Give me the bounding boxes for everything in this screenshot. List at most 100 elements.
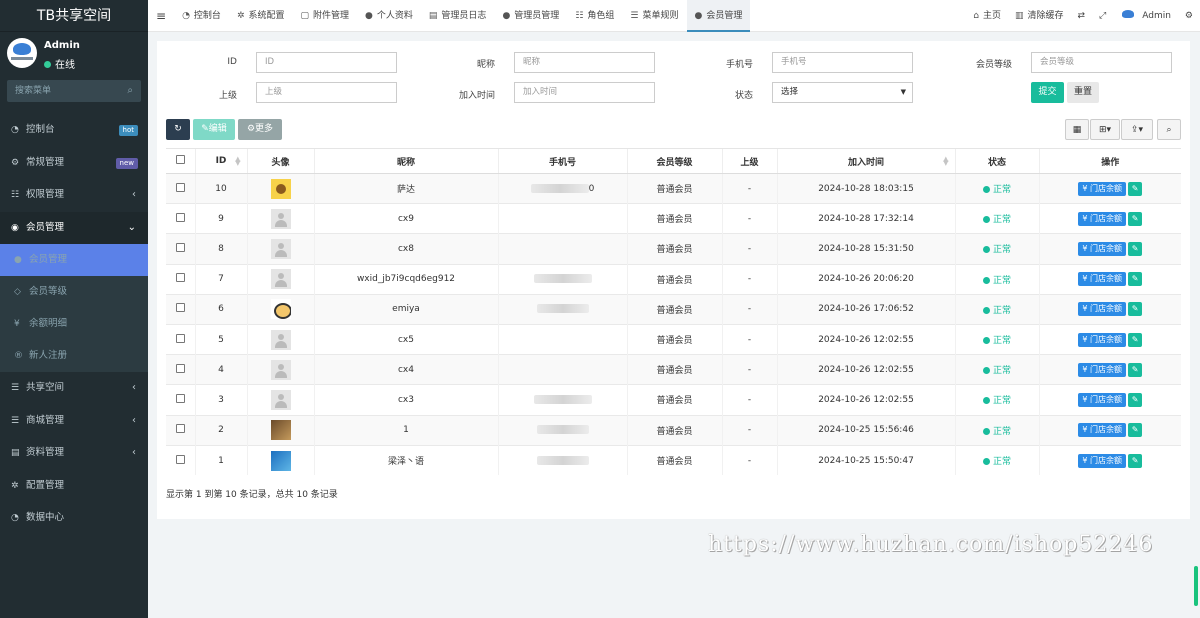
app-logo-title[interactable]: TB共享空间	[0, 0, 148, 32]
filter-nickname-input[interactable]: 昵称	[514, 52, 655, 73]
reset-button[interactable]: 重置	[1067, 82, 1099, 103]
select-all-checkbox[interactable]	[175, 155, 185, 164]
sidebar-item-mall[interactable]: ☰ 商城管理 ‹	[0, 405, 148, 438]
member-avatar[interactable]	[270, 178, 291, 199]
member-avatar[interactable]	[270, 208, 291, 229]
filter-jointime-input[interactable]: 加入时间	[514, 82, 655, 103]
row-select-cell[interactable]	[166, 414, 195, 446]
language-toggle-icon[interactable]: ⇄	[1070, 0, 1092, 32]
edit-pencil-icon[interactable]: ✎	[1128, 302, 1143, 317]
toggle-view-button[interactable]: ▦	[1065, 119, 1089, 140]
tab-member-manage[interactable]: ● 会员管理	[686, 0, 751, 32]
sidebar-toggle-icon[interactable]: ≡	[148, 0, 174, 32]
store-balance-button[interactable]: ¥ 门店余额	[1078, 181, 1127, 196]
store-balance-button[interactable]: ¥ 门店余额	[1078, 423, 1127, 438]
clear-cache-button[interactable]: ▥ 清除缓存	[1008, 0, 1071, 32]
submit-button[interactable]: 提交	[1031, 82, 1064, 103]
filter-parent-input[interactable]: 上级	[256, 82, 397, 103]
row-checkbox[interactable]	[175, 363, 185, 373]
tab-menu-rules[interactable]: ☰ 菜单规则	[622, 0, 686, 32]
edit-pencil-icon[interactable]: ✎	[1128, 211, 1143, 226]
edit-pencil-icon[interactable]: ✎	[1128, 241, 1143, 256]
row-select-cell[interactable]	[166, 444, 195, 476]
store-balance-button[interactable]: ¥ 门店余额	[1078, 332, 1127, 347]
row-select-cell[interactable]	[166, 354, 195, 385]
store-balance-button[interactable]: ¥ 门店余额	[1078, 362, 1127, 377]
store-balance-button[interactable]: ¥ 门店余额	[1078, 211, 1127, 226]
row-select-cell[interactable]	[166, 293, 195, 325]
edit-button[interactable]: ✎编辑	[193, 119, 235, 140]
member-avatar[interactable]	[270, 359, 291, 380]
member-avatar[interactable]	[270, 389, 291, 410]
store-balance-button[interactable]: ¥ 门店余额	[1078, 392, 1127, 407]
row-select-cell[interactable]	[166, 203, 195, 234]
row-select-cell[interactable]	[166, 263, 195, 295]
row-checkbox[interactable]	[175, 242, 185, 252]
tab-system-config[interactable]: ✲ 系统配置	[229, 0, 293, 32]
row-select-cell[interactable]	[166, 323, 195, 355]
sidebar-item-data-center[interactable]: ◔ 数据中心	[0, 502, 148, 535]
col-jointime[interactable]: 加入时间 ▲ ▼	[776, 148, 955, 174]
tab-attachments[interactable]: ▢ 附件管理	[293, 0, 358, 32]
sidebar-item-members[interactable]: ◉ 会员管理 ⌄	[0, 211, 148, 244]
edit-pencil-icon[interactable]: ✎	[1128, 332, 1143, 347]
row-select-cell[interactable]	[166, 172, 195, 204]
tab-profile[interactable]: ● 个人资料	[357, 0, 421, 32]
columns-button[interactable]: ⊞▾	[1090, 119, 1120, 140]
row-checkbox[interactable]	[175, 273, 185, 283]
fullscreen-icon[interactable]: ⤢	[1092, 0, 1113, 32]
row-checkbox[interactable]	[175, 424, 185, 434]
sidebar-item-config[interactable]: ✲ 配置管理	[0, 470, 148, 503]
member-avatar[interactable]	[270, 238, 291, 259]
member-avatar[interactable]	[270, 299, 291, 320]
scrollbar[interactable]	[1194, 566, 1198, 606]
tab-dashboard[interactable]: ◔ 控制台	[174, 0, 229, 32]
store-balance-button[interactable]: ¥ 门店余额	[1078, 272, 1127, 287]
row-checkbox[interactable]	[175, 303, 185, 313]
export-button[interactable]: ⇪▾	[1121, 119, 1153, 140]
sidebar-item-dashboard[interactable]: ◔ 控制台 hot	[0, 114, 148, 147]
row-checkbox[interactable]	[175, 333, 185, 343]
row-checkbox[interactable]	[175, 182, 185, 192]
store-balance-button[interactable]: ¥ 门店余额	[1078, 241, 1127, 256]
member-avatar[interactable]	[270, 420, 291, 441]
row-select-cell[interactable]	[166, 384, 195, 415]
col-id[interactable]: ID ▲ ▼	[194, 148, 247, 174]
row-checkbox[interactable]	[175, 212, 185, 222]
row-select-cell[interactable]	[166, 233, 195, 265]
edit-pencil-icon[interactable]: ✎	[1128, 392, 1143, 407]
filter-mobile-input[interactable]: 手机号	[772, 52, 913, 73]
edit-pencil-icon[interactable]: ✎	[1128, 272, 1143, 287]
row-checkbox[interactable]	[175, 393, 185, 403]
sidebar-item-general[interactable]: ⚙ 常规管理 new	[0, 147, 148, 180]
home-link[interactable]: ⌂ 主页	[966, 0, 1008, 32]
sidebar-item-docs[interactable]: ▤ 资料管理 ‹	[0, 437, 148, 470]
filter-id-input[interactable]: ID	[256, 52, 397, 73]
edit-pencil-icon[interactable]: ✎	[1128, 453, 1143, 468]
edit-pencil-icon[interactable]: ✎	[1128, 423, 1143, 438]
settings-gear-icon[interactable]: ⚙	[1178, 0, 1200, 32]
store-balance-button[interactable]: ¥ 门店余额	[1078, 302, 1127, 317]
tab-role-group[interactable]: ☷ 角色组	[567, 0, 622, 32]
search-toggle-button[interactable]: ⌕	[1157, 119, 1181, 140]
refresh-button[interactable]: ↻	[166, 119, 190, 140]
sidebar-item-member-manage[interactable]: ● 会员管理	[0, 244, 148, 276]
sidebar-item-shared-space[interactable]: ☰ 共享空间 ‹	[0, 372, 148, 405]
member-avatar[interactable]	[270, 329, 291, 350]
sidebar-item-balance-detail[interactable]: ¥ 余额明细	[0, 308, 148, 340]
sidebar-item-member-level[interactable]: ◇ 会员等级	[0, 276, 148, 308]
tab-admin-manage[interactable]: ● 管理员管理	[494, 0, 567, 32]
member-avatar[interactable]	[270, 450, 291, 471]
row-checkbox[interactable]	[175, 454, 185, 464]
sidebar-search-input[interactable]: 搜索菜单 ⌕	[7, 80, 141, 102]
select-all-cell[interactable]	[166, 148, 195, 174]
search-icon[interactable]: ⌕	[127, 80, 133, 102]
more-button[interactable]: ⚙更多	[238, 119, 282, 140]
filter-level-input[interactable]: 会员等级	[1031, 52, 1172, 73]
admin-menu[interactable]: Admin	[1113, 0, 1178, 32]
member-avatar[interactable]	[270, 269, 291, 290]
sidebar-item-auth[interactable]: ☷ 权限管理 ‹	[0, 179, 148, 212]
store-balance-button[interactable]: ¥ 门店余额	[1078, 453, 1127, 468]
edit-pencil-icon[interactable]: ✎	[1128, 181, 1143, 196]
tab-admin-log[interactable]: ▤ 管理员日志	[421, 0, 495, 32]
